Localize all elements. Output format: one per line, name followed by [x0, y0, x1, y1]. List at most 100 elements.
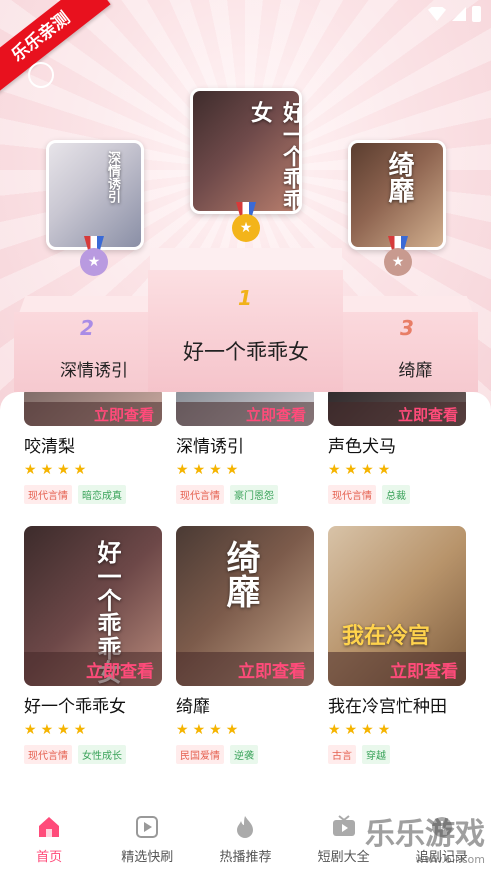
drama-card[interactable]: 立即查看 深情诱引 ★ ★ ★ ★ 现代言情 豪门恩怨 [176, 392, 314, 504]
tag-list: 现代言情 女性成长 [24, 745, 162, 764]
home-icon [36, 814, 62, 840]
nav-trending[interactable]: 热播推荐 [200, 814, 290, 865]
drama-title[interactable]: 声色犬马 [328, 432, 466, 457]
star-icon: ★ [176, 462, 189, 478]
podium-third-name: 绮靡 [398, 361, 433, 381]
nav-label: 热播推荐 [219, 849, 272, 865]
signal-icon [452, 7, 466, 21]
star-icon: ★ [344, 462, 358, 478]
view-now-button[interactable]: 立即查看 [24, 652, 162, 686]
poster-title: 深情诱引 [105, 151, 120, 203]
drama-card[interactable]: 立即查看 咬清梨 ★ ★ ★ ★ 现代言情 暗恋成真 [24, 392, 162, 504]
star-icon: ★ [192, 462, 206, 478]
rating-stars: ★ ★ ★ ★ [24, 463, 162, 477]
theme-tag: 穿越 [362, 745, 390, 764]
drama-poster[interactable]: 绮靡 立即查看 [176, 526, 314, 686]
star-icon: ★ [377, 462, 391, 478]
drama-poster[interactable]: 立即查看 [176, 392, 314, 426]
star-icon: ★ [344, 722, 358, 738]
star-icon: ★ [209, 722, 222, 738]
nav-label: 短剧大全 [317, 849, 370, 865]
drama-title[interactable]: 咬清梨 [24, 432, 162, 457]
view-now-button[interactable]: 立即查看 [328, 402, 466, 426]
silver-medal-icon: ★ [80, 236, 108, 276]
nav-home[interactable]: 首页 [4, 814, 94, 865]
theme-tag: 逆袭 [230, 745, 258, 764]
rating-stars: ★ ★ ★ ★ [24, 723, 162, 737]
podium-second-name: 深情诱引 [60, 361, 128, 381]
poster-title: 绮靡 [220, 540, 260, 608]
rank-number-third: 3 [400, 316, 414, 340]
genre-tag: 现代言情 [176, 485, 224, 504]
drama-poster[interactable]: 立即查看 [328, 392, 466, 426]
star-icon: ★ [40, 462, 54, 478]
battery-icon [472, 6, 481, 22]
drama-title[interactable]: 我在冷宫忙种田 [328, 692, 466, 717]
star-icon: ★ [328, 722, 341, 738]
star-icon: ★ [225, 722, 239, 738]
wifi-icon [428, 7, 446, 21]
genre-tag: 现代言情 [24, 485, 72, 504]
poster-title: 绮靡 [384, 151, 414, 203]
star-icon: ★ [328, 462, 341, 478]
view-now-button[interactable]: 立即查看 [176, 402, 314, 426]
theme-tag: 暗恋成真 [78, 485, 126, 504]
star-icon: ★ [361, 722, 374, 738]
theme-tag: 总裁 [382, 485, 410, 504]
theme-tag: 女性成长 [78, 745, 126, 764]
view-now-button[interactable]: 立即查看 [328, 652, 466, 686]
tag-list: 现代言情 暗恋成真 [24, 485, 162, 504]
play-square-icon [134, 814, 160, 840]
star-icon: ★ [73, 462, 87, 478]
rank-number-first: 1 [238, 286, 252, 310]
genre-tag: 现代言情 [24, 745, 72, 764]
drama-title[interactable]: 好一个乖乖女 [24, 692, 162, 717]
drama-card[interactable]: 我在冷宫 立即查看 我在冷宫忙种田 ★ ★ ★ ★ 古言 穿越 [328, 526, 466, 764]
drama-poster[interactable]: 好一个乖乖女 立即查看 [24, 526, 162, 686]
gold-medal-icon: ★ [232, 202, 260, 242]
podium-third-poster[interactable]: 绮靡 [348, 140, 446, 250]
theme-tag: 豪门恩怨 [230, 485, 278, 504]
star-icon: ★ [225, 462, 239, 478]
tv-icon [331, 814, 357, 840]
star-icon: ★ [209, 462, 222, 478]
star-icon: ★ [24, 722, 37, 738]
genre-tag: 民国爱情 [176, 745, 224, 764]
drama-card[interactable]: 立即查看 声色犬马 ★ ★ ★ ★ 现代言情 总裁 [328, 392, 466, 504]
genre-tag: 古言 [328, 745, 356, 764]
drama-poster[interactable]: 我在冷宫 立即查看 [328, 526, 466, 686]
rank-number-second: 2 [80, 316, 94, 340]
podium-second-poster[interactable]: 深情诱引 [46, 140, 144, 250]
star-icon: ★ [377, 722, 391, 738]
poster-title: 我在冷宫 [342, 624, 431, 649]
watermark-text: 乐乐游戏 [365, 817, 485, 852]
tag-list: 民国爱情 逆袭 [176, 745, 314, 764]
poster-title: 好一个乖乖女 [247, 101, 302, 211]
view-now-button[interactable]: 立即查看 [24, 402, 162, 426]
drama-title[interactable]: 绮靡 [176, 692, 314, 717]
nav-label: 精选快刷 [121, 849, 174, 865]
star-icon: ★ [361, 462, 374, 478]
drama-poster[interactable]: 立即查看 [24, 392, 162, 426]
user-avatar-icon[interactable] [28, 62, 54, 88]
podium-first-name: 好一个乖乖女 [183, 340, 309, 364]
view-now-button[interactable]: 立即查看 [176, 652, 314, 686]
star-icon: ★ [192, 722, 206, 738]
star-icon: ★ [73, 722, 87, 738]
drama-card[interactable]: 好一个乖乖女 立即查看 好一个乖乖女 ★ ★ ★ ★ 现代言情 女性成长 [24, 526, 162, 764]
star-icon: ★ [176, 722, 189, 738]
star-icon: ★ [57, 462, 70, 478]
rating-stars: ★ ★ ★ ★ [176, 463, 314, 477]
site-watermark: 乐乐游戏 www.6ll.com [365, 809, 485, 866]
nav-featured[interactable]: 精选快刷 [102, 814, 192, 865]
star-icon: ★ [40, 722, 54, 738]
star-icon: ★ [57, 722, 70, 738]
bronze-medal-icon: ★ [384, 236, 412, 276]
drama-card[interactable]: 绮靡 立即查看 绮靡 ★ ★ ★ ★ 民国爱情 逆袭 [176, 526, 314, 764]
drama-grid: 立即查看 咬清梨 ★ ★ ★ ★ 现代言情 暗恋成真 立即查看 深情诱引 ★ ★ ★ ★ 现… [0, 392, 491, 804]
podium-first-poster[interactable]: 好一个乖乖女 [190, 88, 302, 214]
drama-title[interactable]: 深情诱引 [176, 432, 314, 457]
watermark-url: www.6ll.com [415, 853, 485, 866]
star-icon: ★ [24, 462, 37, 478]
nav-label: 首页 [36, 849, 63, 865]
